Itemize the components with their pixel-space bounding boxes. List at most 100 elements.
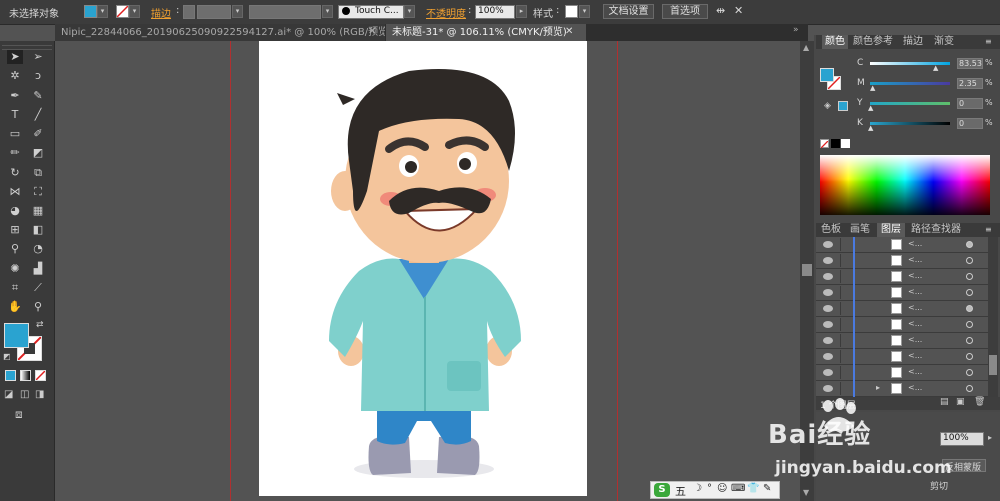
curvature-tool-icon[interactable]: ✎ [30,89,46,103]
line-tool-icon[interactable]: ╱ [30,108,46,122]
align-icon[interactable]: ⇹ [716,4,725,17]
layers-scrollbar[interactable] [988,237,998,397]
stroke-weight-stepper[interactable] [183,5,195,19]
preferences-button[interactable]: 首选项 [662,4,708,19]
eye-icon[interactable] [823,241,833,248]
screen-mode-icon[interactable]: ⧈ [15,407,23,422]
target-icon[interactable] [966,337,973,344]
shape-builder-tool-icon[interactable]: ◕ [7,204,23,218]
slider-thumb-icon[interactable]: ▲ [868,124,873,132]
eye-icon[interactable] [823,369,833,376]
style-swatch[interactable] [565,5,578,18]
ime-logo-icon[interactable]: S [654,483,670,497]
scroll-down-icon[interactable]: ▼ [803,488,809,497]
type-tool-icon[interactable]: T [7,108,23,122]
hand-tool-icon[interactable]: ✋ [7,300,23,314]
rectangle-tool-icon[interactable]: ▭ [7,127,23,141]
tab-brushes[interactable]: 画笔 [847,223,873,237]
symbol-sprayer-tool-icon[interactable]: ✺ [7,262,23,276]
keyboard-icon[interactable]: ⌨ [731,483,745,494]
lock-toggle[interactable] [840,350,854,363]
layer-row[interactable]: <... [816,301,988,317]
tools-icon[interactable]: ✎ [763,483,771,494]
lock-toggle[interactable] [840,382,854,395]
target-icon[interactable] [966,353,973,360]
eyedropper-tool-icon[interactable]: ⚲ [7,242,23,256]
slice-tool-icon[interactable]: ⟋ [30,281,46,295]
scale-tool-icon[interactable]: ⧉ [30,166,46,180]
channel-slider[interactable] [870,82,950,85]
brush-dropdown[interactable]: ▾ [404,5,415,18]
swap-colors-icon[interactable]: ⇄ [36,320,44,330]
lock-toggle[interactable] [840,302,854,315]
out-of-gamut-icon[interactable]: ◈ [824,101,831,111]
opacity-label[interactable]: 不透明度 [426,5,466,20]
layer-row[interactable]: <... [816,269,988,285]
layer-name[interactable]: <... [908,351,922,360]
width-tool-icon[interactable]: ⋈ [7,185,23,199]
style-dropdown[interactable]: ▾ [579,5,590,18]
layer-row[interactable]: <... [816,253,988,269]
ime-mode-label[interactable]: 五 [675,483,686,499]
stroke-swatch[interactable] [116,5,129,18]
gradient-mode-icon[interactable] [20,370,31,381]
artboard-tool-icon[interactable]: ⌗ [7,281,23,295]
emoji-icon[interactable]: ☺ [717,483,727,494]
layer-row[interactable]: <... [816,285,988,301]
lock-toggle[interactable] [840,254,854,267]
artboard[interactable] [259,41,587,496]
channel-slider[interactable] [870,122,950,125]
scroll-up-icon[interactable]: ▲ [803,43,809,52]
free-transform-tool-icon[interactable]: ⛶ [30,185,46,199]
lock-toggle[interactable] [840,334,854,347]
stroke-weight-input[interactable] [197,5,231,19]
variable-width-select[interactable] [249,5,321,19]
channel-value-input[interactable]: 2.35 [957,78,983,89]
pen-tool-icon[interactable]: ✒ [7,89,23,103]
layer-row[interactable]: <... [816,317,988,333]
scrollbar-thumb[interactable] [989,355,997,375]
channel-slider[interactable] [870,102,950,105]
panel-menu-icon[interactable]: ≡ [985,225,992,234]
eye-icon[interactable] [823,321,833,328]
direct-selection-tool-icon[interactable]: ➢ [30,50,46,64]
target-icon[interactable] [966,273,973,280]
delete-layer-icon[interactable]: 🗑 [974,397,985,407]
mesh-tool-icon[interactable]: ⊞ [7,223,23,237]
fill-swatch[interactable] [84,5,97,18]
column-graph-tool-icon[interactable]: ▟ [30,262,46,276]
color-mode-icon[interactable] [5,370,16,381]
close-icon[interactable]: ✕ [565,26,573,37]
layer-row[interactable]: ▸ <... [816,381,988,397]
scrollbar-thumb[interactable] [802,264,812,276]
selection-tool-icon[interactable]: ➤ [7,50,23,64]
draw-behind-icon[interactable]: ◫ [20,389,29,400]
layer-name[interactable]: <... [908,319,922,328]
tab-color[interactable]: 颜色 [822,35,848,49]
perspective-grid-tool-icon[interactable]: ▦ [30,204,46,218]
eye-icon[interactable] [823,337,833,344]
tab-stroke[interactable]: 描边 [900,35,926,49]
halfwidth-icon[interactable]: ☽ [693,483,702,494]
white-swatch[interactable] [841,139,850,148]
default-colors-icon[interactable]: ◩ [3,352,11,361]
tab-gradient[interactable]: 渐变 [931,35,957,49]
slider-thumb-icon[interactable]: ▲ [933,64,938,72]
lock-toggle[interactable] [840,318,854,331]
stroke-weight-dropdown[interactable]: ▾ [232,5,243,18]
channel-value-input[interactable]: 0 [957,98,983,109]
blend-tool-icon[interactable]: ◔ [30,242,46,256]
eye-icon[interactable] [823,305,833,312]
color-spectrum[interactable] [820,155,990,215]
slider-thumb-icon[interactable]: ▲ [868,104,873,112]
layer-name[interactable]: <... [908,335,922,344]
close-icon[interactable]: ✕ [368,26,376,37]
expand-arrow-icon[interactable]: ▸ [876,383,880,392]
draw-normal-icon[interactable]: ◪ [4,389,13,400]
variable-width-dropdown[interactable]: ▾ [322,5,333,18]
lock-toggle[interactable] [840,238,854,251]
lock-toggle[interactable] [840,366,854,379]
tab-layers[interactable]: 图层 [877,223,905,237]
target-icon[interactable] [966,369,973,376]
layer-name[interactable]: <... [908,239,922,248]
